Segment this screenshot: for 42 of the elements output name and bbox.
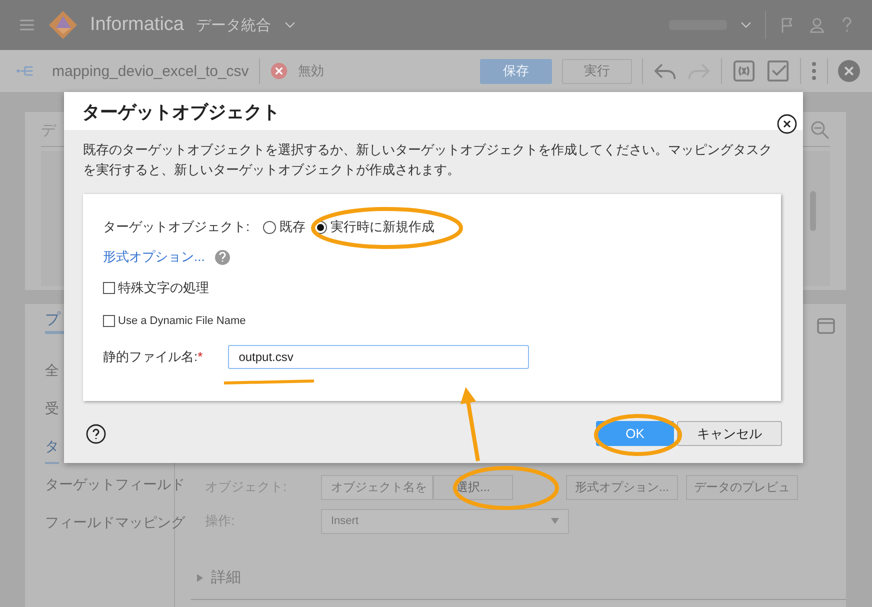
window-icon[interactable] (816, 316, 836, 336)
nav-item[interactable]: 全 (45, 362, 59, 400)
data-preview-button[interactable]: データのプレビュ (686, 474, 798, 500)
cancel-button[interactable]: キャンセル (677, 421, 782, 446)
expand-triangle-icon[interactable] (197, 574, 203, 582)
search-icon[interactable] (810, 120, 830, 140)
operation-select[interactable]: Insert (321, 508, 569, 534)
checkbox-icon[interactable] (766, 59, 790, 83)
field-label: 静的ファイル名:* (103, 348, 203, 366)
help-icon[interactable] (214, 250, 230, 264)
nav-item[interactable]: タ (45, 438, 59, 464)
dialog-description: 既存のターゲットオブジェクトを選択するか、新しいターゲットオブジェクトを作成してください。マッピングタスクを実行すると、新しいターゲットオブジェクトが作成されます。 (83, 141, 773, 179)
dialog-title: ターゲットオブジェクト (82, 101, 280, 124)
error-icon (270, 62, 288, 80)
save-button[interactable]: 保存 (480, 58, 552, 84)
run-button[interactable]: 実行 (562, 58, 632, 84)
more-icon[interactable] (811, 61, 817, 81)
object-field[interactable]: オブジェクト名を (321, 474, 433, 500)
close-button[interactable] (777, 114, 797, 134)
checkbox-option[interactable]: 特殊文字の処理 (103, 279, 209, 297)
product-name: Informatica (90, 14, 184, 36)
user-icon[interactable] (808, 16, 826, 34)
help-button[interactable] (86, 424, 106, 444)
format-options-link[interactable]: 形式オプション... (103, 248, 205, 266)
close-icon[interactable] (838, 60, 860, 82)
app-switcher[interactable]: データ統合 (196, 16, 271, 34)
nav-item[interactable]: 受 (45, 400, 59, 438)
file-name-field[interactable]: output.csv (228, 345, 529, 369)
logo-icon (48, 10, 78, 40)
field-label: ターゲットオブジェクト: (103, 218, 250, 236)
status-text: 無効 (298, 62, 324, 80)
ok-button[interactable]: OK (596, 421, 674, 446)
function-icon[interactable] (732, 59, 756, 83)
checkbox-option[interactable]: Use a Dynamic File Name (103, 315, 246, 327)
section-title[interactable]: 詳細 (211, 568, 241, 587)
format-options-button[interactable]: 形式オプション... (566, 474, 678, 500)
mapping-name: mapping_devio_excel_to_csv (52, 62, 249, 80)
radio-option[interactable]: 既存 (262, 218, 306, 236)
nav-item[interactable]: ターゲットフィールド (45, 476, 185, 514)
caret-icon (551, 518, 559, 524)
nav-item[interactable]: フィールドマッピング (45, 514, 185, 552)
radio-option[interactable]: 実行時に新規作成 (314, 218, 435, 236)
